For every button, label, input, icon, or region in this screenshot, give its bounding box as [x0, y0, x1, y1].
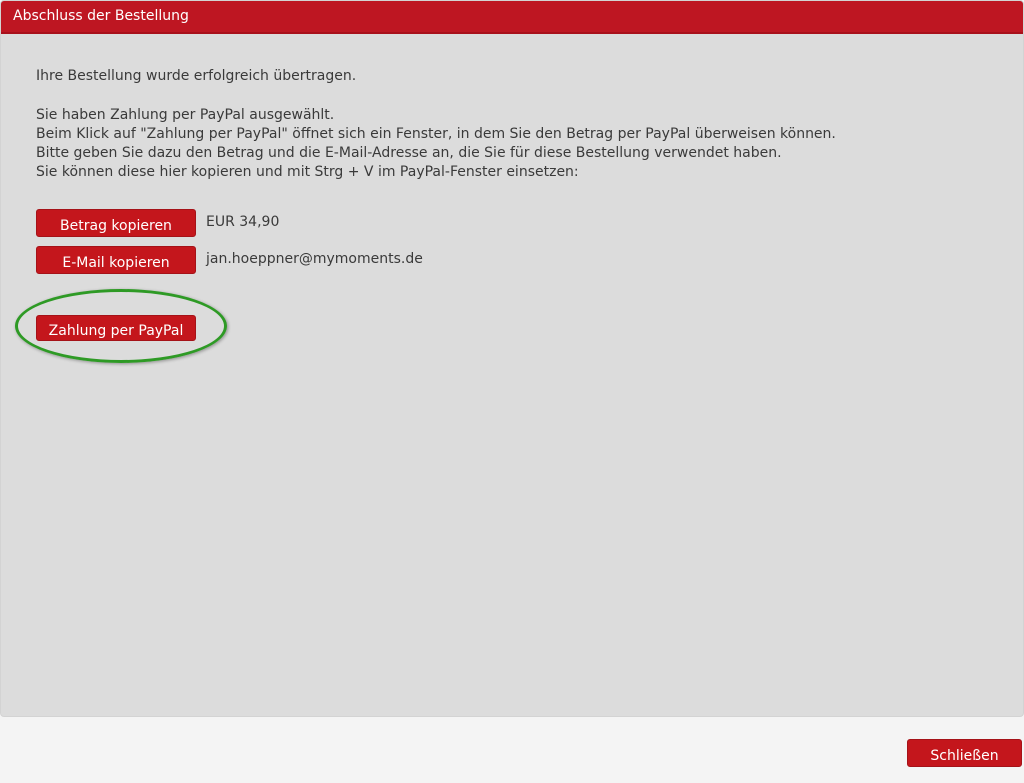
order-completion-dialog: Abschluss der Bestellung Ihre Bestellung…	[0, 0, 1024, 717]
close-button[interactable]: Schließen	[907, 739, 1022, 767]
copy-amount-button[interactable]: Betrag kopieren	[36, 209, 196, 237]
paypal-payment-button[interactable]: Zahlung per PayPal	[36, 315, 196, 341]
email-value: jan.hoeppner@mymoments.de	[206, 251, 423, 267]
dialog-titlebar: Abschluss der Bestellung	[1, 1, 1023, 34]
copy-email-button[interactable]: E-Mail kopieren	[36, 246, 196, 274]
instruction-line: Sie haben Zahlung per PayPal ausgewählt.	[36, 107, 335, 123]
instruction-line: Sie können diese hier kopieren und mit S…	[36, 164, 579, 180]
instruction-line: Bitte geben Sie dazu den Betrag und die …	[36, 145, 782, 161]
amount-value: EUR 34,90	[206, 214, 280, 230]
dialog-content: Ihre Bestellung wurde erfolgreich übertr…	[36, 67, 996, 182]
success-message: Ihre Bestellung wurde erfolgreich übertr…	[36, 68, 357, 84]
instruction-line: Beim Klick auf "Zahlung per PayPal" öffn…	[36, 126, 836, 142]
dialog-title: Abschluss der Bestellung	[13, 8, 189, 24]
